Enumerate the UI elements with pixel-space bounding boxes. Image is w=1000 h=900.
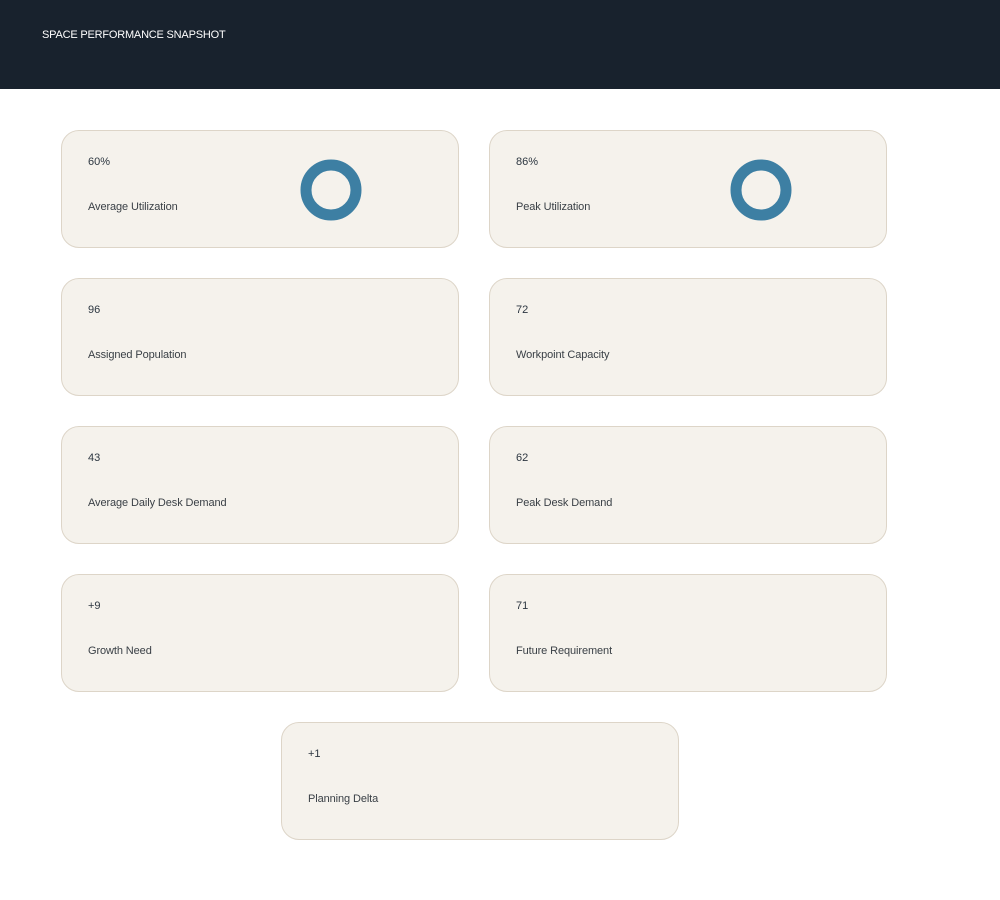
metric-label: Planning Delta: [308, 793, 379, 805]
metric-value: 71: [516, 600, 529, 612]
page-header: SPACE PERFORMANCE SNAPSHOT: [0, 0, 1000, 89]
metric-value: 43: [88, 452, 101, 464]
metric-card-average-utilization: 60% Average Utilization: [61, 130, 459, 248]
metric-label: Future Requirement: [516, 645, 613, 657]
metric-label: Peak Utilization: [516, 201, 591, 213]
metric-card-peak-desk-demand: 62 Peak Desk Demand: [489, 426, 887, 544]
metric-value: 62: [516, 452, 529, 464]
metric-card-assigned-population: 96 Assigned Population: [61, 278, 459, 396]
metric-value: 96: [88, 304, 101, 316]
metric-value: 86%: [516, 156, 539, 168]
metric-card-average-daily-desk-demand: 43 Average Daily Desk Demand: [61, 426, 459, 544]
metric-card-peak-utilization: 86% Peak Utilization: [489, 130, 887, 248]
metric-label: Average Daily Desk Demand: [88, 497, 227, 509]
metric-label: Average Utilization: [88, 201, 178, 213]
metric-value: +9: [88, 600, 101, 612]
metric-card-future-requirement: 71 Future Requirement: [489, 574, 887, 692]
metric-card-workpoint-capacity: 72 Workpoint Capacity: [489, 278, 887, 396]
metric-value: +1: [308, 748, 321, 760]
metric-value: 60%: [88, 156, 111, 168]
donut-icon: [730, 159, 792, 221]
metric-label: Workpoint Capacity: [516, 349, 610, 361]
metric-card-planning-delta: +1 Planning Delta: [281, 722, 679, 840]
metric-label: Assigned Population: [88, 349, 187, 361]
metric-card-growth-need: +9 Growth Need: [61, 574, 459, 692]
donut-icon: [300, 159, 362, 221]
metric-value: 72: [516, 304, 529, 316]
page-title: SPACE PERFORMANCE SNAPSHOT: [42, 29, 226, 41]
metric-label: Growth Need: [88, 645, 152, 657]
metric-label: Peak Desk Demand: [516, 497, 613, 509]
